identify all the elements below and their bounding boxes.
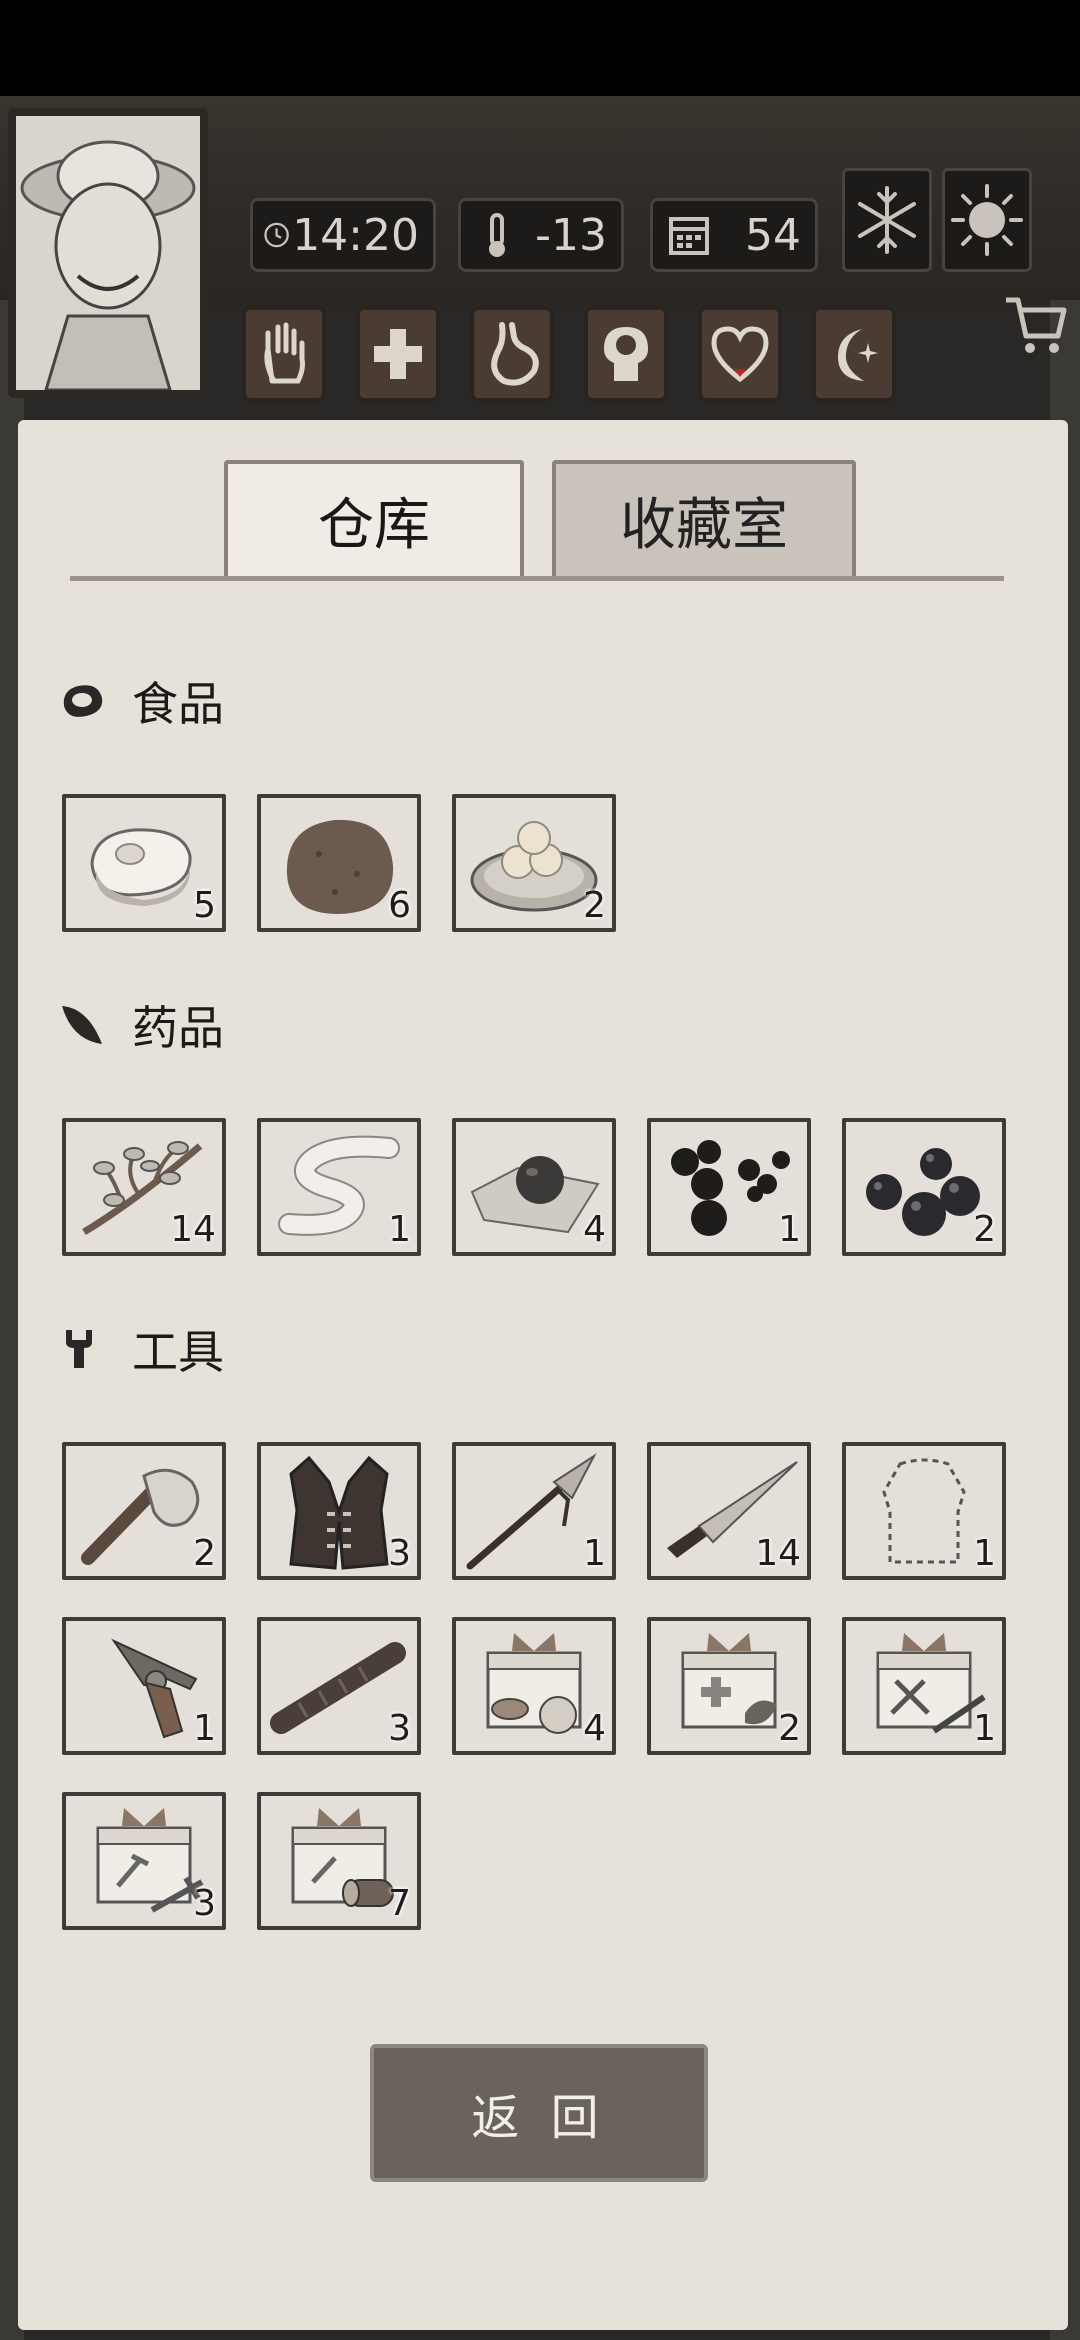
item-slot-weapon-supply-box[interactable]: 1 [842, 1617, 1006, 1755]
wrench-icon [66, 1330, 92, 1368]
clock-icon [264, 222, 289, 248]
item-count: 3 [193, 1883, 216, 1924]
snowflake-icon [858, 186, 916, 254]
calendar-icon [669, 217, 709, 255]
item-slot-wood-supply-box[interactable]: 7 [257, 1792, 421, 1930]
item-slot-tool-supply-box[interactable]: 3 [62, 1792, 226, 1930]
need-mind-button[interactable] [584, 306, 668, 402]
moon-icon [838, 329, 878, 381]
thermometer-icon [489, 213, 505, 257]
item-slot-knife[interactable]: 14 [647, 1442, 811, 1580]
item-count: 1 [583, 1533, 606, 1574]
item-count: 2 [583, 885, 606, 926]
item-slot-wooden-club[interactable]: 3 [257, 1617, 421, 1755]
item-slot-clothing-outline[interactable]: 1 [842, 1442, 1006, 1580]
back-button[interactable]: 返 回 [370, 2044, 708, 2182]
time-display: 14:20 [250, 198, 436, 272]
item-count: 1 [973, 1708, 996, 1749]
day-counter: 54 [650, 198, 818, 272]
item-count: 1 [388, 1209, 411, 1250]
tab-divider [70, 576, 1004, 581]
category-medicine-label: 药品 [132, 1001, 224, 1055]
item-slot-spear[interactable]: 1 [452, 1442, 616, 1580]
hand-icon [264, 322, 305, 384]
need-hand-button[interactable] [242, 306, 326, 402]
item-count: 14 [755, 1533, 801, 1574]
status-bar-area [0, 0, 1080, 96]
item-slot-medical-supply-box[interactable]: 2 [647, 1617, 811, 1755]
day-value: 54 [745, 209, 801, 261]
need-health-button[interactable] [356, 306, 440, 402]
item-count: 1 [973, 1533, 996, 1574]
item-count: 2 [778, 1708, 801, 1749]
item-count: 1 [193, 1708, 216, 1749]
item-count: 3 [388, 1708, 411, 1749]
weather-sun-button[interactable] [942, 168, 1032, 272]
need-hunger-button[interactable] [470, 306, 554, 402]
medical-cross-icon [374, 329, 422, 379]
item-slot-black-pills[interactable]: 2 [842, 1118, 1006, 1256]
shop-cart-icon[interactable] [1000, 290, 1070, 360]
stomach-icon [491, 322, 539, 386]
category-medicine: 药品 [58, 990, 224, 1060]
category-food: 食品 [58, 666, 224, 736]
item-slot-herb-branch[interactable]: 14 [62, 1118, 226, 1256]
weather-snow-button[interactable] [842, 168, 932, 272]
tab-storage[interactable]: 仓库 [224, 460, 524, 576]
item-slot-pill-on-cloth[interactable]: 4 [452, 1118, 616, 1256]
time-value: 14:20 [292, 209, 419, 261]
item-count: 7 [388, 1883, 411, 1924]
item-count: 3 [388, 1533, 411, 1574]
meat-icon [63, 685, 103, 717]
item-slot-black-berries[interactable]: 1 [647, 1118, 811, 1256]
item-count: 4 [583, 1209, 606, 1250]
item-count: 5 [193, 885, 216, 926]
category-tools-label: 工具 [132, 1325, 224, 1379]
item-slot-bandage[interactable]: 1 [257, 1118, 421, 1256]
category-food-label: 食品 [132, 677, 224, 731]
item-count: 4 [583, 1708, 606, 1749]
item-slot-leather-vest[interactable]: 3 [257, 1442, 421, 1580]
leaf-icon [62, 1006, 102, 1044]
item-slot-stone-axe[interactable]: 2 [62, 1442, 226, 1580]
item-slot-food-supply-box[interactable]: 4 [452, 1617, 616, 1755]
temperature-display: -13 [458, 198, 624, 272]
item-slot-rice-balls[interactable]: 2 [452, 794, 616, 932]
category-tools: 工具 [58, 1314, 224, 1384]
need-sleep-button[interactable] [812, 306, 896, 402]
item-count: 1 [778, 1209, 801, 1250]
sun-icon [951, 184, 1023, 256]
item-count: 2 [973, 1209, 996, 1250]
temperature-value: -13 [535, 209, 607, 261]
item-slot-potato[interactable]: 6 [257, 794, 421, 932]
item-count: 2 [193, 1533, 216, 1574]
item-slot-revolver[interactable]: 1 [62, 1617, 226, 1755]
brain-icon [604, 327, 648, 381]
heart-icon [711, 326, 769, 383]
item-count: 6 [388, 885, 411, 926]
tab-collection[interactable]: 收藏室 [552, 460, 856, 576]
character-portrait[interactable] [8, 108, 208, 398]
item-count: 14 [170, 1209, 216, 1250]
item-slot-raw-meat[interactable]: 5 [62, 794, 226, 932]
need-heart-button[interactable] [698, 306, 782, 402]
